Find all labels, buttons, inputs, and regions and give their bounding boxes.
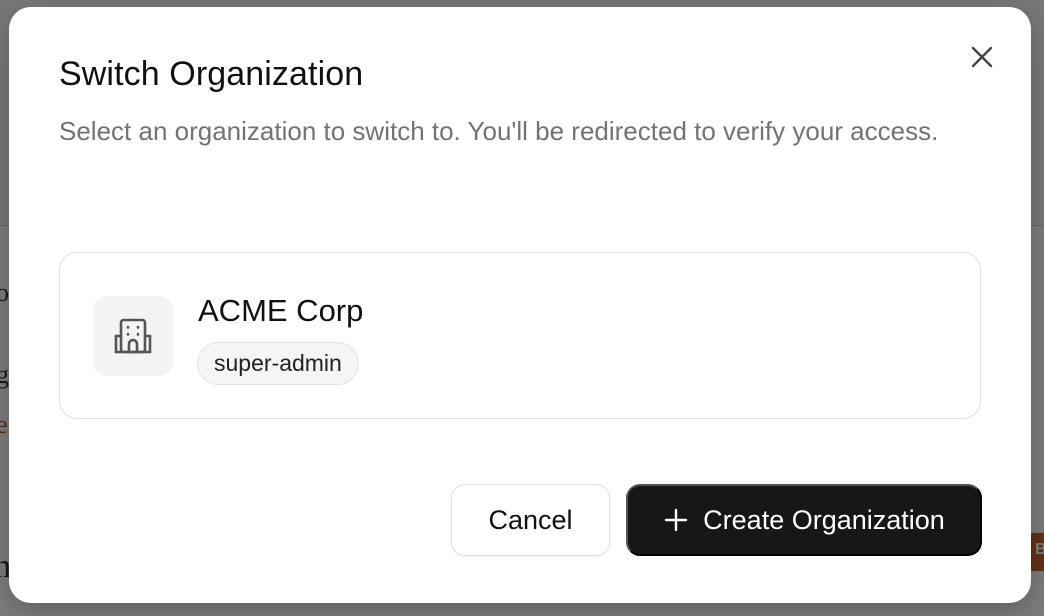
organization-avatar [93,296,173,376]
cancel-button[interactable]: Cancel [451,484,610,556]
building-icon [114,318,152,354]
dialog-title: Switch Organization [59,55,364,93]
create-organization-button[interactable]: Create Organization [626,484,982,556]
create-organization-label: Create Organization [703,504,945,535]
dialog-description: Select an organization to switch to. You… [59,116,939,146]
role-badge: super-admin [197,342,359,385]
organization-option-acme-corp[interactable]: ACME Corp super-admin [59,252,981,419]
close-button[interactable] [967,42,997,72]
close-icon [971,46,993,68]
plus-icon [663,507,689,533]
switch-organization-dialog: Switch Organization Select an organizati… [9,7,1031,603]
organization-name: ACME Corp [198,293,364,328]
